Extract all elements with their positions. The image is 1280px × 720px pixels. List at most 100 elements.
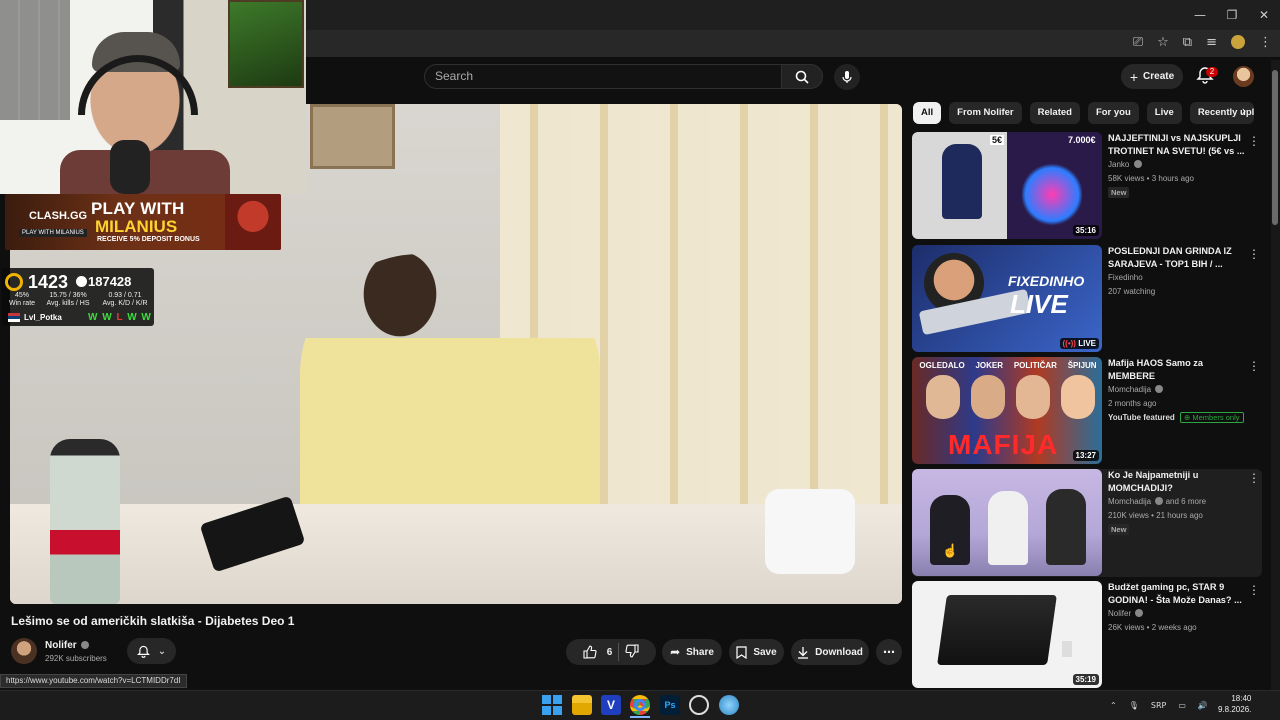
save-button[interactable]: Save — [729, 639, 784, 665]
create-button[interactable]: + Create — [1121, 64, 1183, 89]
scrollbar-thumb[interactable] — [1272, 70, 1278, 225]
channel-name-text[interactable]: Momchadija — [1108, 497, 1151, 506]
language-indicator[interactable]: SRP — [1151, 701, 1166, 710]
thumbnail-cable — [1062, 641, 1072, 657]
chrome-icon[interactable] — [630, 695, 650, 715]
download-button[interactable]: Download — [791, 639, 869, 665]
channel-avatar[interactable] — [11, 638, 37, 664]
app-icon[interactable] — [719, 695, 739, 715]
video-thumbnail[interactable]: ☝ — [912, 469, 1102, 576]
channel-name-text[interactable]: Momchadija — [1108, 385, 1151, 394]
recommendation-item[interactable]: 5€ 7.000€ 35:16 NAJJEFTINIJI vs NAJSKUPL… — [912, 132, 1262, 240]
recommendation-channel[interactable]: Janko — [1108, 160, 1142, 169]
share-icon: ➦ — [670, 645, 681, 659]
members-only-text: Members only — [1192, 413, 1240, 422]
video-duration: 35:19 — [1072, 674, 1099, 685]
video-thumbnail[interactable]: 35:19 — [912, 581, 1102, 688]
thumbnail-pc-part — [937, 595, 1057, 665]
chevron-right-icon[interactable]: › — [1235, 104, 1253, 122]
recommendation-item[interactable]: FIXEDINHO LIVE ((•)) LIVE POSLEDNJI DAN … — [912, 245, 1262, 353]
bookmark-icon — [736, 645, 747, 659]
dislike-button[interactable] — [625, 643, 639, 661]
minimize-button[interactable]: — — [1184, 0, 1216, 30]
recommendation-channel[interactable]: Nolifer — [1108, 609, 1144, 618]
microphone-icon[interactable]: 🎙 — [1129, 701, 1139, 710]
recommendation-item[interactable]: OGLEDALO JOKER POLITIČAR ŠPIJUN MAFIJA 1… — [912, 357, 1262, 465]
featured-label: YouTube featured — [1108, 413, 1175, 422]
channel-name-text[interactable]: Janko — [1108, 160, 1129, 169]
video-thumbnail[interactable]: OGLEDALO JOKER POLITIČAR ŠPIJUN MAFIJA 1… — [912, 357, 1102, 464]
kd-label: Avg. K/D / K/R — [102, 300, 148, 307]
account-avatar[interactable] — [1233, 66, 1254, 87]
windows-start-icon[interactable] — [542, 695, 562, 715]
recommendation-title[interactable]: Budžet gaming pc, STAR 9 GODINA! - Šta M… — [1108, 581, 1246, 606]
taskbar-clock[interactable]: 18:40 9.8.2026. — [1218, 693, 1251, 715]
recommendation-title[interactable]: NAJJEFTINIJI vs NAJSKUPLJI TROTINET NA S… — [1108, 132, 1246, 157]
menu-icon[interactable]: ⋮ — [1259, 35, 1272, 50]
network-icon[interactable]: ▭ — [1178, 701, 1186, 710]
chip-all[interactable]: All — [913, 102, 942, 124]
chevron-up-icon[interactable]: ⌃ — [1110, 701, 1117, 710]
chip-related[interactable]: Related — [1029, 102, 1080, 124]
result-item: W — [102, 312, 113, 323]
restore-button[interactable]: ❐ — [1216, 0, 1248, 30]
window-controls: — ❐ ✕ — [1184, 0, 1280, 30]
kills-value: 15.75 / 36% — [49, 292, 87, 299]
channel-name-text[interactable]: Nolifer — [45, 640, 77, 651]
more-actions-button[interactable]: ⋯ — [876, 639, 902, 665]
video-thumbnail[interactable]: FIXEDINHO LIVE ((•)) LIVE — [912, 245, 1102, 352]
channel-name-text[interactable]: Nolifer — [1108, 609, 1131, 618]
video-thumbnail[interactable]: 5€ 7.000€ 35:16 — [912, 132, 1102, 239]
like-button[interactable]: 6 — [583, 645, 612, 659]
recommendation-channel[interactable]: Momchadija and 6 more — [1108, 497, 1206, 506]
live-badge: ((•)) LIVE — [1059, 338, 1099, 349]
volume-icon[interactable]: 🔊 — [1198, 701, 1208, 710]
recommendation-channel[interactable]: Fixedinho — [1108, 273, 1143, 282]
webcam-microphone — [110, 140, 150, 194]
more-vertical-icon[interactable]: ⋮ — [1248, 583, 1260, 597]
recommendation-item[interactable]: 35:19 Budžet gaming pc, STAR 9 GODINA! -… — [912, 581, 1262, 689]
chip-live[interactable]: Live — [1146, 102, 1182, 124]
recommendation-item-hovered[interactable]: ☝ Ko Je Najpametniji u MOMCHADIJI? Momch… — [912, 469, 1262, 577]
search-input[interactable]: Search — [424, 64, 782, 89]
close-button[interactable]: ✕ — [1248, 0, 1280, 30]
more-vertical-icon[interactable]: ⋮ — [1248, 359, 1260, 373]
recommendation-title[interactable]: Mafija HAOS Samo za MEMBERE — [1108, 357, 1246, 382]
more-vertical-icon[interactable]: ⋮ — [1248, 471, 1260, 485]
channel-name[interactable]: Nolifer — [45, 640, 90, 651]
more-vertical-icon[interactable]: ⋮ — [1248, 134, 1260, 148]
cast-icon[interactable]: ⎚ — [1133, 35, 1143, 50]
subscription-bell-button[interactable]: ⌄ — [127, 638, 176, 664]
microphone-icon — [842, 71, 852, 83]
chip-from-channel[interactable]: From Nolifer — [949, 102, 1022, 124]
plus-icon: + — [1129, 68, 1139, 85]
steam-icon[interactable] — [689, 695, 709, 715]
recommendation-title[interactable]: POSLEDNJI DAN GRINDA IZ SARAJEVA - TOP1 … — [1108, 245, 1246, 270]
share-button[interactable]: ➦ Share — [662, 639, 722, 665]
download-label: Download — [815, 646, 863, 658]
more-horizontal-icon: ⋯ — [883, 645, 895, 659]
thumbnail-text-2: LIVE — [1010, 289, 1068, 319]
photoshop-icon[interactable]: Ps — [660, 695, 680, 715]
save-label: Save — [753, 646, 777, 658]
recommendation-title[interactable]: Ko Je Najpametniji u MOMCHADIJI? — [1108, 469, 1246, 494]
recommendation-channel[interactable]: Momchadija — [1108, 385, 1164, 394]
result-item: L — [116, 312, 124, 323]
clock-time: 18:40 — [1231, 694, 1252, 703]
chip-for-you[interactable]: For you — [1087, 102, 1139, 124]
more-vertical-icon[interactable]: ⋮ — [1248, 247, 1260, 261]
vpn-app-icon[interactable]: V — [601, 695, 621, 715]
start-tile — [542, 706, 551, 715]
video-duration: 35:16 — [1072, 225, 1099, 236]
profile-icon[interactable] — [1231, 35, 1245, 49]
thumbnail-price-right: 7.000€ — [1068, 135, 1096, 145]
extensions-icon[interactable]: ⧉ — [1183, 35, 1192, 50]
elo-value: 1423 — [28, 272, 69, 292]
bookmark-star-icon[interactable]: ☆ — [1157, 35, 1169, 50]
voice-search-button[interactable] — [834, 64, 860, 90]
media-icon[interactable]: ≡ — [1206, 35, 1217, 50]
thumbnail-role: POLITIČAR — [1013, 361, 1057, 370]
file-explorer-icon[interactable] — [572, 695, 592, 715]
mouse-cursor-icon: ☝ — [942, 543, 959, 558]
search-button[interactable] — [781, 64, 823, 89]
